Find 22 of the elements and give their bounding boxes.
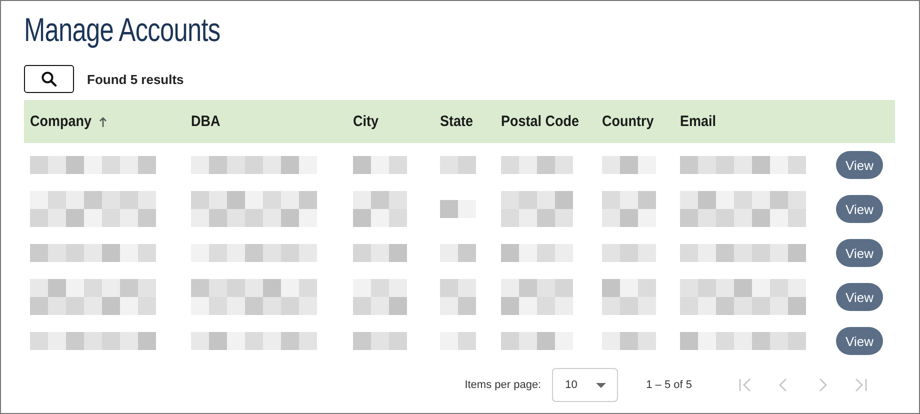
view-button[interactable]: View	[836, 283, 883, 311]
search-icon	[41, 71, 57, 87]
column-header[interactable]: Email	[680, 113, 716, 130]
column-header[interactable]: Company	[30, 113, 92, 130]
result-count: Found 5 results	[87, 72, 184, 86]
column-header[interactable]: City	[353, 113, 378, 130]
page-size-select[interactable]: 10	[552, 368, 618, 402]
view-button[interactable]: View	[836, 327, 883, 355]
column-header[interactable]: State	[440, 113, 474, 130]
column-header[interactable]: Postal Code	[501, 113, 580, 130]
search-button[interactable]	[24, 65, 74, 93]
sort-arrow-icon	[98, 116, 108, 128]
page-size-value: 10	[565, 379, 578, 391]
dropdown-caret-icon	[596, 382, 606, 388]
page-range: 1 – 5 of 5	[646, 379, 692, 391]
column-header[interactable]: Country	[602, 113, 654, 130]
view-button[interactable]: View	[836, 151, 883, 179]
view-button[interactable]: View	[836, 195, 883, 223]
page-title: Manage Accounts	[24, 10, 222, 50]
items-per-page-label: Items per page:	[464, 379, 542, 391]
column-header[interactable]: DBA	[191, 113, 220, 130]
view-button[interactable]: View	[836, 239, 883, 267]
